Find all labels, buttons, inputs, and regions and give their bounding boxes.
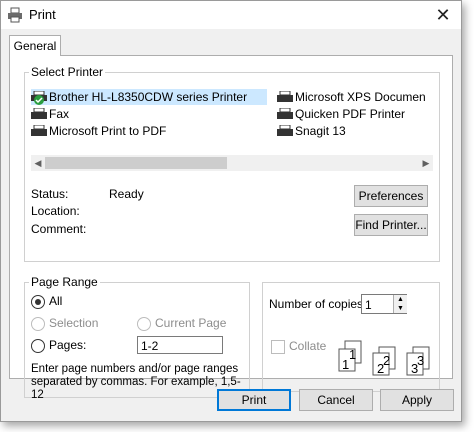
- location-label: Location:: [31, 204, 80, 218]
- printer-name: Quicken PDF Printer: [295, 107, 406, 121]
- printer-name: Microsoft Print to PDF: [49, 124, 167, 138]
- selection-radio[interactable]: [31, 317, 45, 331]
- printer-icon: [31, 124, 47, 136]
- tab-general[interactable]: General: [9, 35, 61, 56]
- page-range-group: Page Range All Selection Current Page Pa…: [24, 275, 250, 401]
- select-printer-label: Select Printer: [29, 65, 106, 79]
- horizontal-scrollbar[interactable]: ◀ ▶: [31, 155, 433, 171]
- svg-text:3: 3: [411, 361, 418, 376]
- printer-item-quicken[interactable]: Quicken PDF Printer: [277, 106, 405, 122]
- printer-icon: [277, 124, 293, 136]
- select-printer-group: Select Printer Brother HL-L8350CDW serie…: [24, 65, 440, 262]
- comment-label: Comment:: [31, 222, 87, 236]
- status-label: Status:: [31, 187, 69, 201]
- printer-item-ms-pdf[interactable]: Microsoft Print to PDF: [31, 123, 166, 139]
- general-tab-panel: Select Printer Brother HL-L8350CDW serie…: [9, 55, 453, 401]
- status-value: Ready: [109, 187, 144, 201]
- find-printer-button[interactable]: Find Printer...: [354, 214, 428, 236]
- printer-icon: [8, 7, 22, 23]
- pages-input[interactable]: 1-2: [137, 336, 223, 354]
- printer-icon: [277, 90, 293, 102]
- fax-icon: [31, 107, 47, 119]
- current-page-label: Current Page: [155, 316, 227, 330]
- collate-pages-icon: 11 22 33: [338, 340, 430, 376]
- page-range-label: Page Range: [29, 275, 100, 289]
- dialog-client: General Select Printer Brother HL-L8350C…: [1, 29, 461, 421]
- printer-default-icon: [31, 90, 47, 105]
- print-button[interactable]: Print: [217, 389, 291, 411]
- printer-name: Fax: [49, 107, 70, 121]
- window-title: Print: [29, 7, 56, 22]
- printer-item-snagit[interactable]: Snagit 13: [277, 123, 346, 139]
- copies-spinner[interactable]: ▲ ▼: [393, 295, 407, 313]
- printer-list: Brother HL-L8350CDW series Printer Fax M…: [31, 89, 433, 147]
- printer-name: Snagit 13: [295, 124, 346, 138]
- collate-checkbox[interactable]: [271, 340, 285, 354]
- title-bar: Print ✕: [1, 1, 461, 29]
- printer-item-brother[interactable]: Brother HL-L8350CDW series Printer: [31, 89, 267, 105]
- svg-text:1: 1: [349, 347, 356, 362]
- close-button[interactable]: ✕: [429, 3, 457, 27]
- printer-name: Microsoft XPS Documen: [295, 90, 426, 104]
- collate-label: Collate: [289, 339, 327, 353]
- pages-label: Pages:: [49, 338, 87, 352]
- printer-item-fax[interactable]: Fax: [31, 106, 69, 122]
- close-icon: ✕: [435, 5, 451, 25]
- preferences-button[interactable]: Preferences: [354, 185, 428, 207]
- svg-text:2: 2: [377, 361, 384, 376]
- page-range-hint: Enter page numbers and/or page ranges se…: [31, 363, 241, 401]
- printer-name: Brother HL-L8350CDW series Printer: [49, 90, 248, 104]
- printer-item-ms-xps[interactable]: Microsoft XPS Documen: [277, 89, 426, 105]
- copies-label: Number of copies:: [269, 297, 367, 311]
- scroll-left-icon[interactable]: ◀: [31, 155, 45, 171]
- current-page-radio[interactable]: [137, 317, 151, 331]
- pages-radio[interactable]: [31, 339, 45, 353]
- cancel-button[interactable]: Cancel: [299, 389, 373, 411]
- copies-group: Number of copies: 1 ▲ ▼ Collate 11 2 2 3…: [262, 282, 440, 392]
- spin-up-icon[interactable]: ▲: [394, 295, 407, 304]
- selection-label: Selection: [49, 316, 99, 330]
- print-dialog: Print ✕ General Select Printer Brother H…: [0, 0, 462, 422]
- scroll-thumb[interactable]: [45, 157, 227, 169]
- spin-down-icon[interactable]: ▼: [394, 304, 407, 313]
- apply-button[interactable]: Apply: [380, 389, 454, 411]
- scroll-right-icon[interactable]: ▶: [419, 155, 433, 171]
- printer-icon: [277, 107, 293, 119]
- svg-text:1: 1: [342, 357, 349, 372]
- all-radio[interactable]: [31, 295, 45, 309]
- all-label: All: [49, 294, 63, 308]
